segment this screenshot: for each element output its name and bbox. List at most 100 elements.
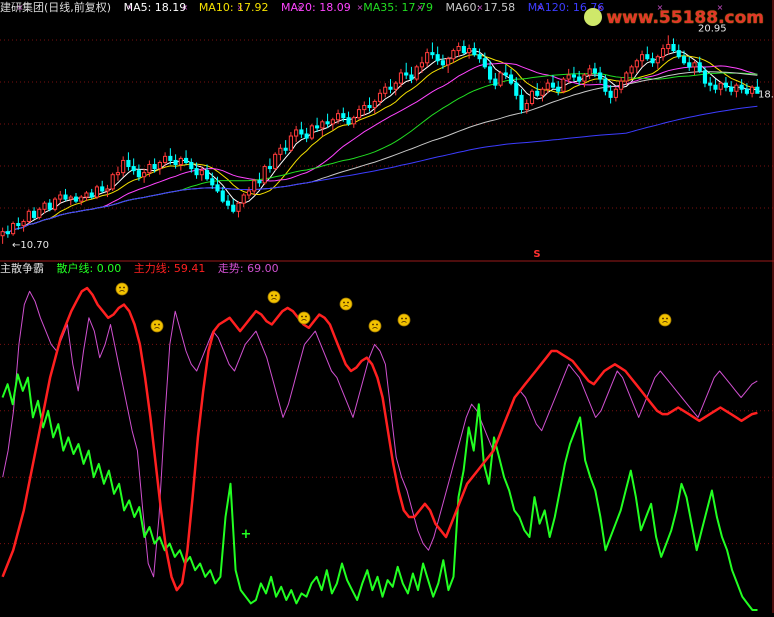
candle-up <box>524 102 529 111</box>
watermark-logo-icon <box>584 8 603 26</box>
candle-up <box>451 50 456 60</box>
candle-down <box>535 90 540 96</box>
candle-up <box>655 56 660 64</box>
candle-down <box>739 84 744 90</box>
candle-down <box>577 76 582 82</box>
smiley-eye <box>301 315 303 318</box>
retail-line-label: 散户线: 0.00 <box>56 262 122 275</box>
candle-up <box>236 202 241 212</box>
candle-up <box>561 78 566 92</box>
candle-down <box>409 74 414 80</box>
signal-marker: S <box>533 249 540 260</box>
candle-up <box>540 88 545 96</box>
candle-down <box>697 62 702 72</box>
smiley-face-icon <box>339 297 353 311</box>
stock-title: 建研集团(日线,前复权) <box>0 1 112 14</box>
candle-down <box>16 223 21 227</box>
chart-stage: ××××××××××××←10.7020.9518.1S+ 建研集团(日线,前复… <box>0 0 774 613</box>
smiley-face-icon <box>115 282 129 296</box>
candle-up <box>42 202 47 210</box>
candle-down <box>225 200 231 206</box>
watermark: www.55188.com <box>584 8 764 28</box>
candle-down <box>257 180 262 184</box>
candle-up <box>660 48 666 58</box>
smiley-face-icon <box>297 311 311 325</box>
candle-up <box>147 164 152 174</box>
candle-down <box>126 159 131 168</box>
watermark-text: www.55188.com <box>606 8 764 28</box>
candle-down <box>31 210 37 218</box>
candle-down <box>472 48 477 56</box>
smiley-eye <box>119 286 121 289</box>
candle-down <box>341 113 346 119</box>
candle-down <box>482 58 487 68</box>
candle-up <box>278 147 283 155</box>
ma5-label: MA5: 18.19 <box>123 1 187 14</box>
candle-up <box>309 125 314 139</box>
candle-down <box>650 58 655 64</box>
candle-down <box>645 54 650 60</box>
candle-up <box>456 46 461 52</box>
low-price-label: ←10.70 <box>12 240 49 251</box>
candle-down <box>194 168 199 176</box>
candle-down <box>550 82 556 88</box>
candle-down <box>152 164 157 170</box>
smiley-eye <box>123 286 125 289</box>
candle-down <box>299 129 304 135</box>
main-line-label: 主力线: 59.41 <box>133 262 206 275</box>
candle-up <box>351 117 356 125</box>
candle-up <box>529 90 535 104</box>
ma60-label: MA60: 17.58 <box>445 1 516 14</box>
candle-down <box>325 121 330 125</box>
candle-down <box>267 166 273 170</box>
smiley-eye <box>343 301 345 304</box>
candle-down <box>603 78 608 92</box>
ma20-label: MA20: 18.09 <box>281 1 351 14</box>
candle-down <box>204 170 210 180</box>
candle-down <box>477 54 482 60</box>
candle-up <box>613 88 618 98</box>
ma120-line <box>2 105 758 234</box>
candle-up <box>37 208 42 218</box>
candle-up <box>105 188 110 192</box>
candle-up <box>252 180 257 192</box>
last-price-label: 18.1 <box>758 89 774 100</box>
trend-line-label: 走势: 69.00 <box>217 262 279 275</box>
candle-up <box>582 74 587 82</box>
smiley-face-icon <box>368 319 382 333</box>
candle-up <box>398 72 404 84</box>
smiley-eye <box>401 317 403 320</box>
candle-down <box>681 56 687 64</box>
candle-up <box>587 68 592 76</box>
candle-down <box>304 133 309 139</box>
chart-svg: ××××××××××××←10.7020.9518.1S+ <box>0 0 774 613</box>
candle-up <box>246 190 252 196</box>
candle-down <box>435 54 440 62</box>
candle-down <box>173 159 178 166</box>
smiley-face-icon <box>397 313 411 327</box>
candle-down <box>598 72 603 80</box>
buy-cross-marker: + <box>241 527 252 542</box>
candle-down <box>493 78 498 86</box>
candle-up <box>288 135 293 151</box>
candle-down <box>519 94 524 111</box>
trend-line <box>2 290 758 578</box>
candle-up <box>294 129 299 137</box>
main-line <box>1 286 758 592</box>
candle-up <box>11 223 16 235</box>
candle-up <box>178 157 183 166</box>
candle-down <box>47 202 52 210</box>
candle-up <box>498 72 503 86</box>
candle-up <box>750 86 755 94</box>
ma20-line <box>2 62 758 234</box>
candle-up <box>425 52 430 64</box>
candle-up <box>79 196 84 202</box>
candle-up <box>362 105 367 111</box>
candle-down <box>702 70 708 84</box>
ma35-label: MA35: 17.79 <box>363 1 433 14</box>
candle-down <box>220 190 225 202</box>
ma10-label: MA10: 17.92 <box>198 1 269 14</box>
candle-down <box>708 82 713 86</box>
candle-up <box>21 220 26 227</box>
top-legend: 建研集团(日线,前复权) MA5: 18.19 MA10: 17.92 MA20… <box>0 1 613 15</box>
